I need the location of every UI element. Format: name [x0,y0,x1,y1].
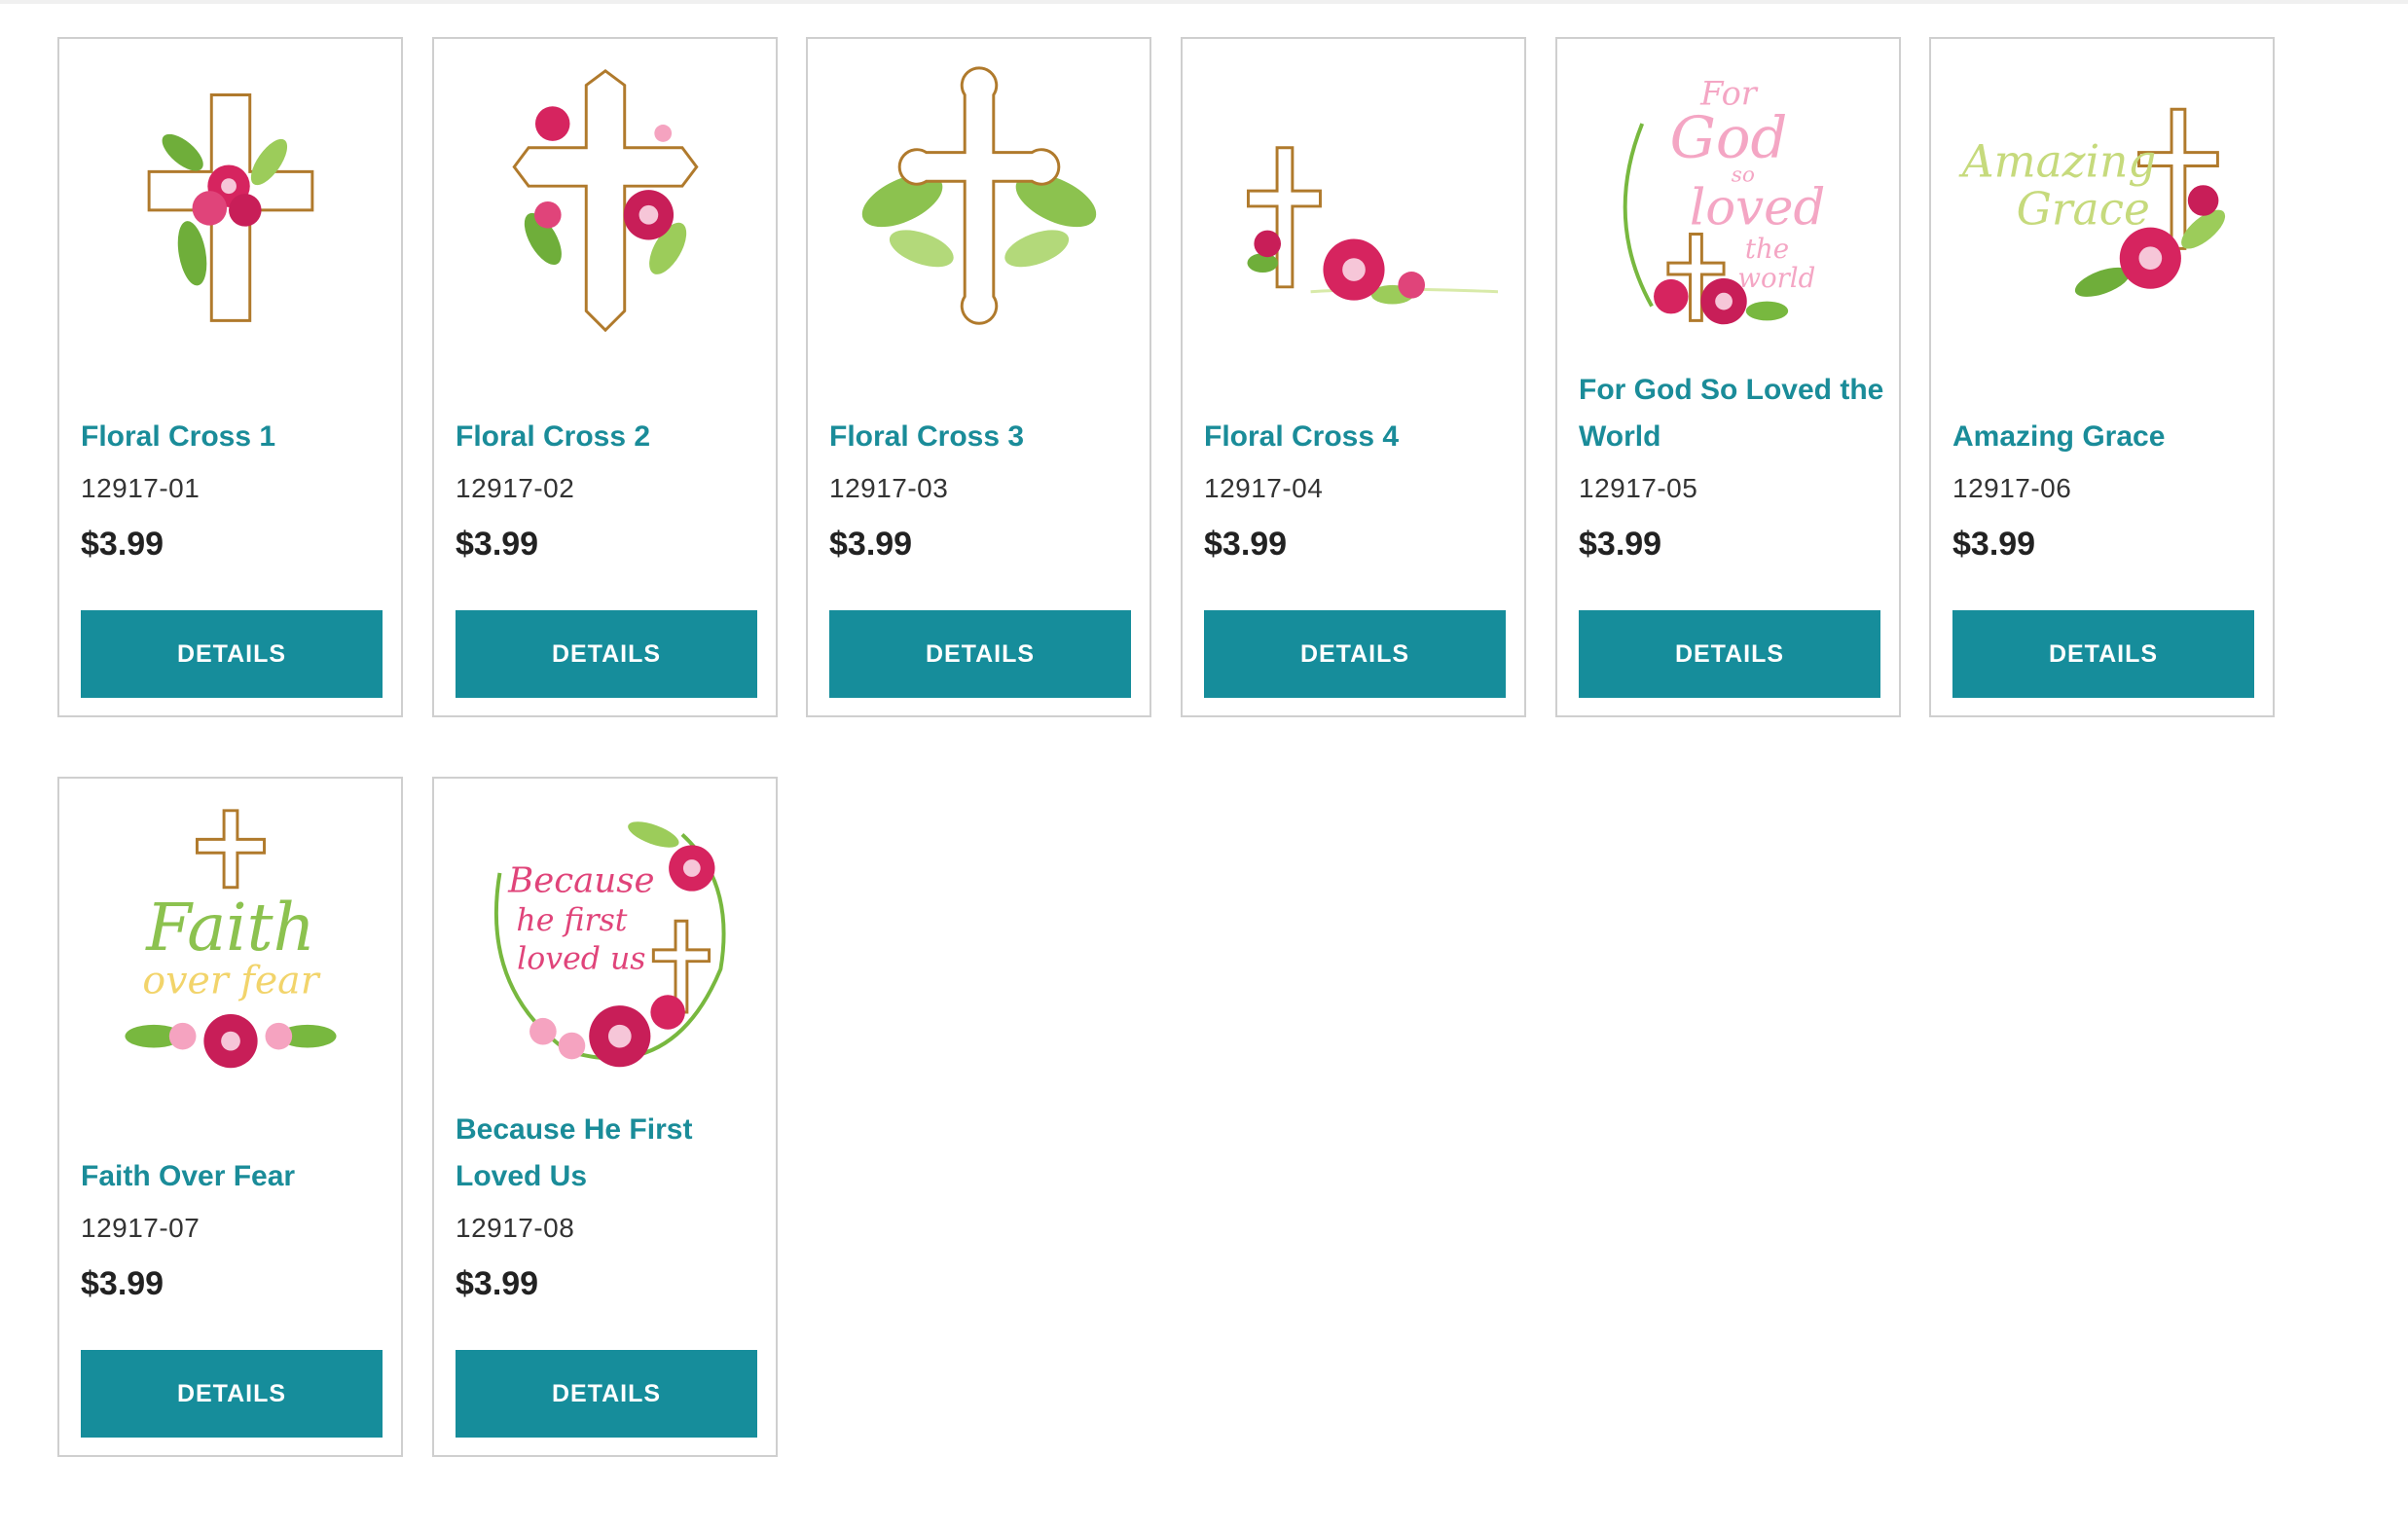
svg-text:he first: he first [516,903,627,938]
product-title[interactable]: Amazing Grace [1952,414,2259,460]
product-title[interactable]: Faith Over Fear [81,1153,387,1200]
product-title[interactable]: For God So Loved the World [1579,367,1885,460]
script-cross-icon: For God so loved the world [1623,74,1825,325]
product-card[interactable]: Floral Cross 3 12917-03 $3.99 DETAILS [806,37,1151,717]
product-sku: 12917-08 [456,1213,575,1243]
product-card[interactable]: Faith over fear Faith Over Fear 12917-07… [57,777,403,1457]
details-button[interactable]: DETAILS [1579,610,1880,698]
product-thumbnail[interactable]: Because he first loved us [461,796,749,1084]
floral-cross-icon [861,66,1097,325]
details-button[interactable]: DETAILS [1952,610,2254,698]
product-thumbnail[interactable]: For God so loved the world [1585,56,1873,345]
product-card[interactable]: Amazing Grace Amazing Grace 12917-06 $3.… [1929,37,2275,717]
product-sku: 12917-01 [81,473,201,503]
details-button[interactable]: DETAILS [81,610,383,698]
svg-text:Faith: Faith [144,890,315,965]
product-sku: 12917-04 [1204,473,1324,503]
svg-text:Grace: Grace [2017,184,2150,236]
product-title[interactable]: Floral Cross 1 [81,414,387,460]
product-sku: 12917-03 [829,473,949,503]
product-thumbnail[interactable]: Faith over fear [87,796,375,1084]
product-thumbnail[interactable] [461,56,749,345]
product-title[interactable]: Floral Cross 3 [829,414,1136,460]
product-price: $3.99 [829,526,913,563]
script-cross-icon: Amazing Grace [1958,107,2226,297]
floral-cross-icon [1246,146,1498,305]
svg-text:loved us: loved us [517,942,645,977]
svg-text:Because: Because [507,861,654,901]
floral-cross-icon [512,68,699,333]
product-thumbnail[interactable] [1210,56,1498,345]
product-price: $3.99 [81,1265,164,1302]
product-card[interactable]: Floral Cross 2 12917-02 $3.99 DETAILS [432,37,778,717]
details-button[interactable]: DETAILS [1204,610,1506,698]
product-thumbnail[interactable] [835,56,1123,345]
script-cross-icon: Faith over fear [125,809,337,1069]
product-card[interactable]: Floral Cross 4 12917-04 $3.99 DETAILS [1181,37,1526,717]
details-button[interactable]: DETAILS [456,610,757,698]
top-divider [0,0,2408,4]
product-title[interactable]: Floral Cross 2 [456,414,762,460]
details-button[interactable]: DETAILS [456,1350,757,1438]
product-price: $3.99 [81,526,164,563]
svg-text:loved: loved [1690,179,1825,237]
details-button[interactable]: DETAILS [81,1350,383,1438]
product-title[interactable]: Floral Cross 4 [1204,414,1511,460]
product-card[interactable]: Because he first loved us Because He Fir… [432,777,778,1457]
product-card[interactable]: For God so loved the world For God So Lo… [1555,37,1901,717]
details-button[interactable]: DETAILS [829,610,1131,698]
product-thumbnail[interactable] [87,56,375,345]
product-sku: 12917-02 [456,473,575,503]
product-sku: 12917-05 [1579,473,1698,503]
floral-cross-icon [147,92,314,322]
product-price: $3.99 [1204,526,1288,563]
product-price: $3.99 [456,526,539,563]
product-sku: 12917-06 [1952,473,2072,503]
svg-text:Amazing: Amazing [1958,135,2156,187]
product-price: $3.99 [1579,526,1662,563]
script-cross-icon: Because he first loved us [493,821,726,1068]
product-price: $3.99 [456,1265,539,1302]
product-sku: 12917-07 [81,1213,201,1243]
product-price: $3.99 [1952,526,2036,563]
product-title[interactable]: Because He First Loved Us [456,1107,762,1200]
svg-text:the: the [1745,233,1789,265]
svg-text:over fear: over fear [142,958,320,1002]
svg-text:God: God [1670,104,1788,171]
product-card[interactable]: Floral Cross 1 12917-01 $3.99 DETAILS [57,37,403,717]
product-thumbnail[interactable]: Amazing Grace [1958,56,2246,345]
svg-text:world: world [1737,262,1815,294]
